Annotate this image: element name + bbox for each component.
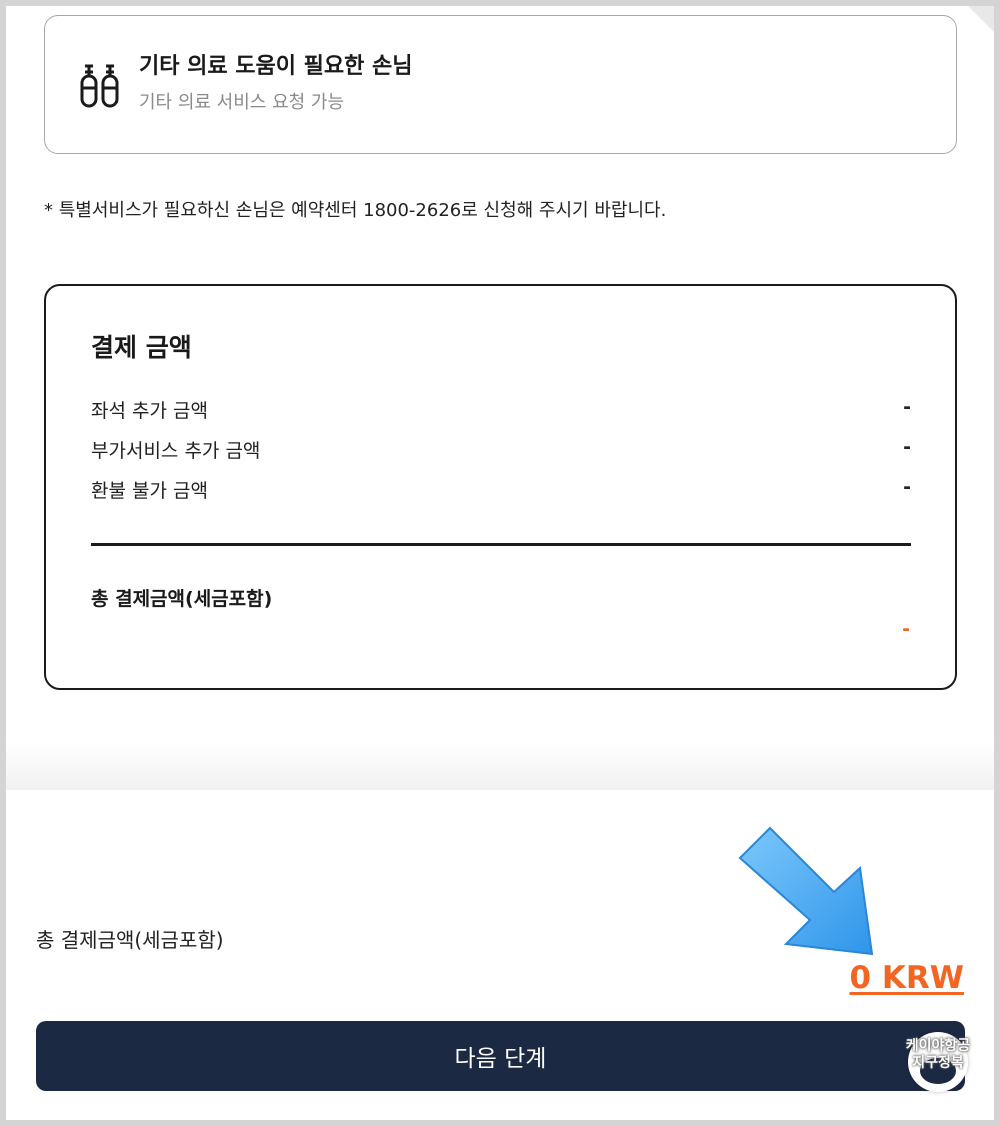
- payment-total-value: -: [902, 618, 910, 640]
- payment-summary-card: 결제 금액 좌석 추가 금액 - 부가서비스 추가 금액 - 환불 불가 금액 …: [44, 284, 957, 690]
- next-step-button[interactable]: 다음 단계: [36, 1021, 965, 1091]
- scroll-fade: [0, 740, 1000, 790]
- service-title: 기타 의료 도움이 필요한 손님: [139, 54, 413, 79]
- payment-title: 결제 금액: [91, 333, 192, 362]
- payment-row-value: -: [903, 436, 911, 458]
- payment-row-label: 부가서비스 추가 금액: [91, 440, 261, 462]
- chat-badge-text: 케이야항공 지구정복: [900, 1038, 976, 1072]
- payment-row-value: -: [903, 396, 911, 418]
- footer-total-amount[interactable]: 0 KRW: [850, 960, 964, 996]
- payment-divider: [91, 543, 911, 546]
- footer-total-label: 총 결제금액(세금포함): [36, 928, 224, 952]
- payment-row-ancillary: 부가서비스 추가 금액 -: [91, 436, 911, 463]
- corner-fold: [968, 6, 994, 32]
- payment-row-label: 좌석 추가 금액: [91, 400, 208, 422]
- oxygen-tank-icon: [80, 64, 119, 108]
- payment-total-label: 총 결제금액(세금포함): [91, 588, 273, 610]
- payment-row-value: -: [903, 476, 911, 498]
- payment-row-label: 환불 불가 금액: [91, 480, 208, 502]
- payment-row-nonrefundable: 환불 불가 금액 -: [91, 476, 911, 503]
- service-description: 기타 의료 서비스 요청 가능: [139, 92, 345, 113]
- payment-row-seat: 좌석 추가 금액 -: [91, 396, 911, 423]
- chat-badge-line2: 지구정복: [912, 1055, 964, 1071]
- pointer-arrow-icon: [738, 826, 874, 956]
- chat-badge-line1: 케이야항공: [905, 1038, 971, 1054]
- medical-service-card[interactable]: 기타 의료 도움이 필요한 손님 기타 의료 서비스 요청 가능: [44, 15, 957, 154]
- special-service-notice: * 특별서비스가 필요하신 손님은 예약센터 1800-2626로 신청해 주시…: [44, 200, 667, 221]
- main-content: 기타 의료 도움이 필요한 손님 기타 의료 서비스 요청 가능 * 특별서비스…: [0, 0, 1000, 790]
- chat-widget-button[interactable]: 케이야항공 지구정복: [900, 1018, 976, 1102]
